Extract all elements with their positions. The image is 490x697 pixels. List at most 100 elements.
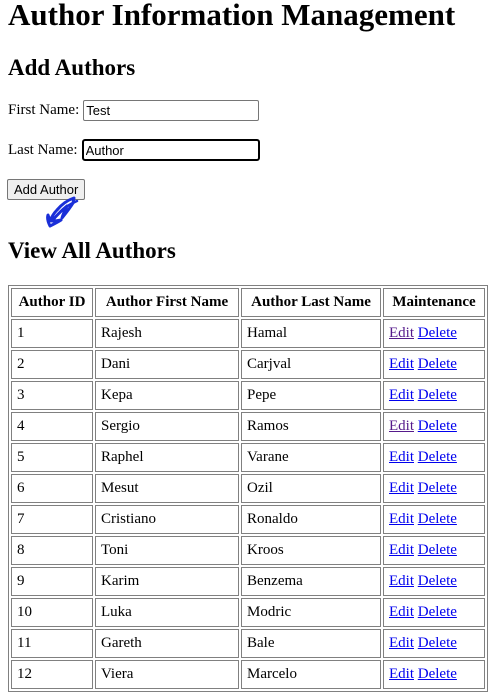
last-name-cell: Benzema: [241, 567, 381, 596]
last-name-cell: Varane: [241, 443, 381, 472]
last-name-cell: Modric: [241, 598, 381, 627]
first-name-cell: Kepa: [95, 381, 239, 410]
last-name-label: Last Name:: [8, 141, 78, 158]
first-name-cell: Sergio: [95, 412, 239, 441]
table-row: 6 Mesut Ozil Edit Delete: [11, 474, 485, 503]
edit-link[interactable]: Edit: [389, 387, 414, 403]
maintenance-cell: Edit Delete: [383, 598, 485, 627]
last-name-cell: Kroos: [241, 536, 381, 565]
author-id-cell: 12: [11, 660, 93, 689]
delete-link[interactable]: Delete: [418, 449, 457, 465]
edit-link[interactable]: Edit: [389, 573, 414, 589]
last-name-cell: Carjval: [241, 350, 381, 379]
author-id-cell: 1: [11, 319, 93, 348]
author-id-cell: 2: [11, 350, 93, 379]
first-name-cell: Karim: [95, 567, 239, 596]
delete-link[interactable]: Delete: [418, 666, 457, 682]
table-row: 11 Gareth Bale Edit Delete: [11, 629, 485, 658]
first-name-cell: Viera: [95, 660, 239, 689]
first-name-cell: Mesut: [95, 474, 239, 503]
table-row: 2 Dani Carjval Edit Delete: [11, 350, 485, 379]
first-name-cell: Raphel: [95, 443, 239, 472]
view-authors-heading: View All Authors: [8, 238, 176, 263]
delete-link[interactable]: Delete: [418, 325, 457, 341]
maintenance-cell: Edit Delete: [383, 536, 485, 565]
delete-link[interactable]: Delete: [418, 418, 457, 434]
author-id-cell: 7: [11, 505, 93, 534]
author-id-cell: 11: [11, 629, 93, 658]
author-id-cell: 10: [11, 598, 93, 627]
delete-link[interactable]: Delete: [418, 511, 457, 527]
last-name-row: Last Name:: [8, 139, 260, 161]
first-name-cell: Toni: [95, 536, 239, 565]
first-name-input[interactable]: [83, 100, 260, 121]
table-row: 7 Cristiano Ronaldo Edit Delete: [11, 505, 485, 534]
author-id-cell: 8: [11, 536, 93, 565]
author-id-cell: 5: [11, 443, 93, 472]
first-name-cell: Luka: [95, 598, 239, 627]
table-row: 3 Kepa Pepe Edit Delete: [11, 381, 485, 410]
delete-link[interactable]: Delete: [418, 356, 457, 372]
first-name-row: First Name:: [8, 100, 260, 121]
delete-link[interactable]: Delete: [418, 480, 457, 496]
maintenance-cell: Edit Delete: [383, 474, 485, 503]
edit-link[interactable]: Edit: [389, 604, 414, 620]
authors-table: Author ID Author First Name Author Last …: [8, 285, 488, 692]
first-name-cell: Dani: [95, 350, 239, 379]
first-name-cell: Rajesh: [95, 319, 239, 348]
last-name-cell: Ozil: [241, 474, 381, 503]
edit-link[interactable]: Edit: [389, 635, 414, 651]
last-name-input[interactable]: [81, 139, 260, 161]
maintenance-cell: Edit Delete: [383, 629, 485, 658]
maintenance-cell: Edit Delete: [383, 381, 485, 410]
delete-link[interactable]: Delete: [418, 387, 457, 403]
delete-link[interactable]: Delete: [418, 635, 457, 651]
delete-link[interactable]: Delete: [418, 573, 457, 589]
edit-link[interactable]: Edit: [389, 666, 414, 682]
edit-link[interactable]: Edit: [389, 449, 414, 465]
header-first-name: Author First Name: [95, 288, 239, 317]
maintenance-cell: Edit Delete: [383, 350, 485, 379]
last-name-cell: Ronaldo: [241, 505, 381, 534]
delete-link[interactable]: Delete: [418, 542, 457, 558]
table-row: 9 Karim Benzema Edit Delete: [11, 567, 485, 596]
last-name-cell: Ramos: [241, 412, 381, 441]
header-maintenance: Maintenance: [383, 288, 485, 317]
table-row: 5 Raphel Varane Edit Delete: [11, 443, 485, 472]
table-row: 10 Luka Modric Edit Delete: [11, 598, 485, 627]
maintenance-cell: Edit Delete: [383, 567, 485, 596]
maintenance-cell: Edit Delete: [383, 443, 485, 472]
table-row: 4 Sergio Ramos Edit Delete: [11, 412, 485, 441]
delete-link[interactable]: Delete: [418, 604, 457, 620]
last-name-cell: Pepe: [241, 381, 381, 410]
first-name-cell: Cristiano: [95, 505, 239, 534]
author-id-cell: 9: [11, 567, 93, 596]
maintenance-cell: Edit Delete: [383, 412, 485, 441]
author-id-cell: 6: [11, 474, 93, 503]
add-authors-heading: Add Authors: [8, 55, 136, 80]
header-last-name: Author Last Name: [241, 288, 381, 317]
edit-link[interactable]: Edit: [389, 480, 414, 496]
maintenance-cell: Edit Delete: [383, 660, 485, 689]
authors-table-body: 1 Rajesh Hamal Edit Delete 2 Dani Carjval Edit …: [11, 319, 485, 689]
edit-link[interactable]: Edit: [389, 542, 414, 558]
edit-link[interactable]: Edit: [389, 511, 414, 527]
edit-link[interactable]: Edit: [389, 418, 414, 434]
header-author-id: Author ID: [11, 288, 93, 317]
first-name-label: First Name:: [8, 102, 80, 118]
edit-link[interactable]: Edit: [389, 356, 414, 372]
hand-pointer-icon: [46, 196, 79, 228]
table-row: 1 Rajesh Hamal Edit Delete: [11, 319, 485, 348]
maintenance-cell: Edit Delete: [383, 319, 485, 348]
table-row: 8 Toni Kroos Edit Delete: [11, 536, 485, 565]
page-title: Author Information Management: [8, 0, 456, 32]
author-id-cell: 3: [11, 381, 93, 410]
edit-link[interactable]: Edit: [389, 325, 414, 341]
maintenance-cell: Edit Delete: [383, 505, 485, 534]
first-name-cell: Gareth: [95, 629, 239, 658]
last-name-cell: Bale: [241, 629, 381, 658]
author-id-cell: 4: [11, 412, 93, 441]
table-row: 12 Viera Marcelo Edit Delete: [11, 660, 485, 689]
table-header-row: Author ID Author First Name Author Last …: [11, 288, 485, 317]
last-name-cell: Marcelo: [241, 660, 381, 689]
